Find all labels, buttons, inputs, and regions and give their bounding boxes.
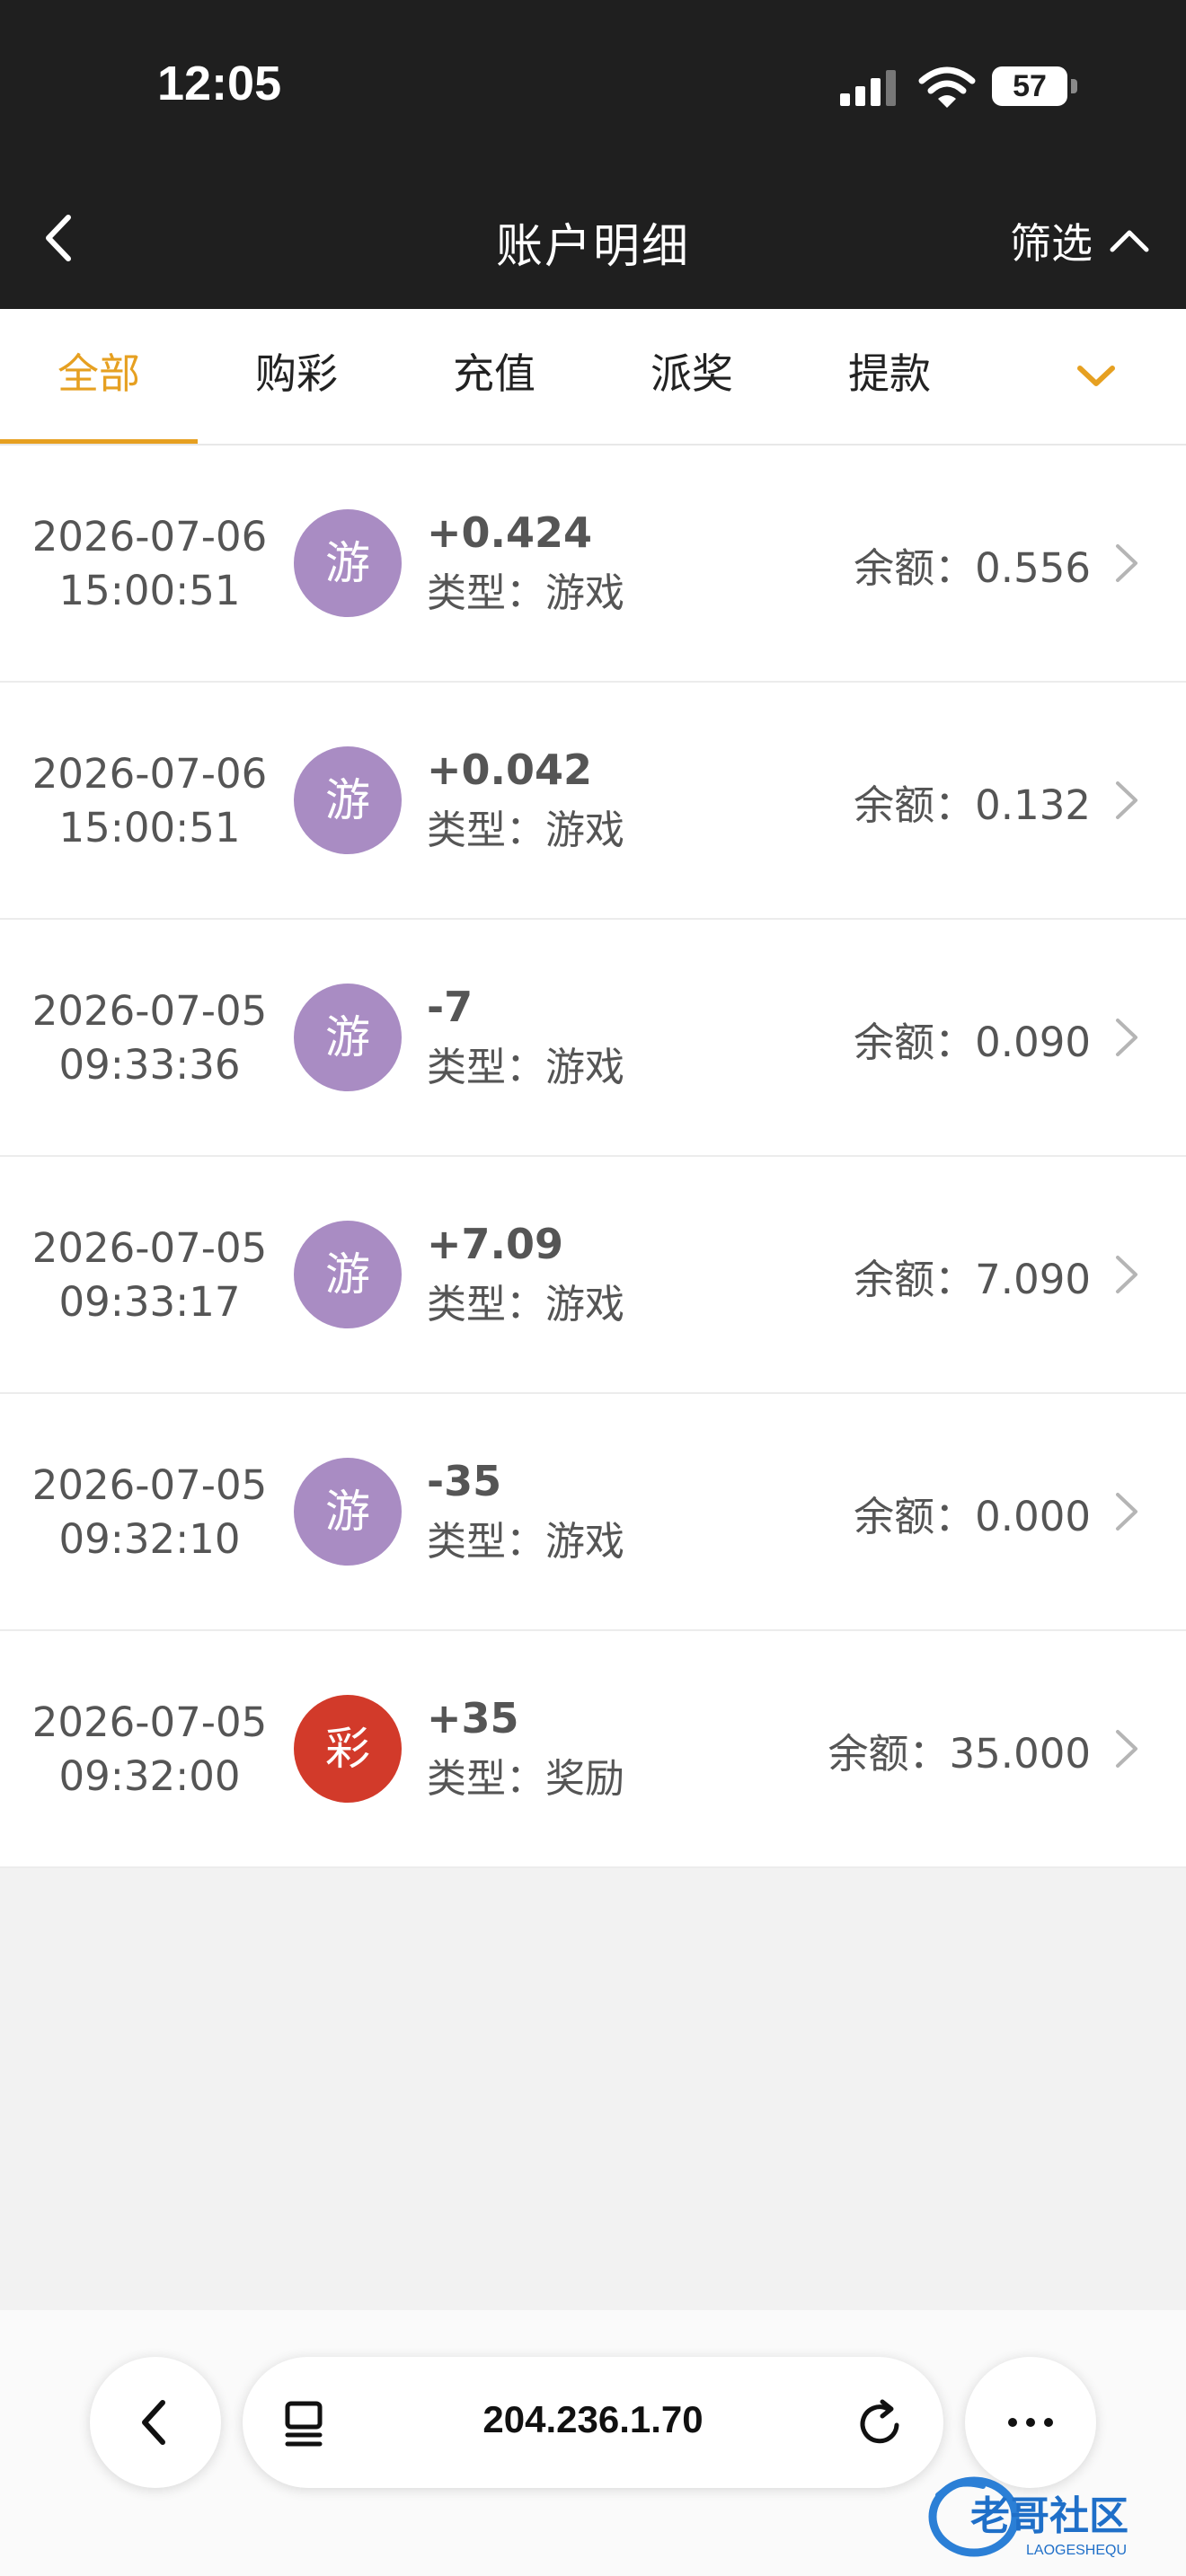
- record-amount: -7: [427, 983, 474, 1031]
- record-date: 2026-07-05: [31, 1461, 268, 1509]
- transaction-list: 2026-07-06 15:00:51 游 +0.424 类型：游戏 余额：0.…: [0, 446, 1186, 1868]
- community-watermark: 老哥社区 LAOGESHEQU: [928, 2476, 1128, 2558]
- chevron-right-icon: [1116, 1256, 1137, 1293]
- record-time: 09:32:00: [58, 1752, 241, 1800]
- cellular-signal-icon: [840, 70, 898, 106]
- url-text: 204.236.1.70: [482, 2398, 704, 2440]
- record-date: 2026-07-06: [31, 513, 268, 560]
- chevron-down-icon[interactable]: [1069, 356, 1123, 395]
- record-type: 类型：游戏: [427, 1519, 624, 1565]
- record-date: 2026-07-06: [31, 750, 268, 798]
- record-datetime: 2026-07-05 09:32:00: [0, 1696, 299, 1804]
- tab-label: 派奖: [651, 349, 733, 398]
- record-time: 09:33:36: [58, 1041, 241, 1089]
- list-item[interactable]: 2026-07-05 09:33:36 游 -7 类型：游戏 余额：0.090: [0, 920, 1186, 1157]
- more-icon: [1008, 2418, 1053, 2427]
- chevron-up-icon: [1110, 230, 1149, 252]
- chevron-right-icon: [1116, 1493, 1137, 1531]
- status-time: 12:05: [157, 57, 282, 110]
- filter-label: 筛选: [1010, 219, 1093, 268]
- record-balance: 余额：7.090: [854, 1256, 1091, 1303]
- record-type: 类型：游戏: [427, 1282, 624, 1328]
- nav-bar: 账户明细 筛选: [0, 171, 1186, 309]
- record-type: 类型：游戏: [427, 807, 624, 853]
- tab-label: 全部: [58, 349, 140, 398]
- record-time: 15:00:51: [58, 804, 241, 851]
- tab-prize[interactable]: 派奖: [593, 309, 791, 444]
- watermark-title: 老哥社区: [970, 2493, 1128, 2539]
- more-options-button[interactable]: [965, 2357, 1096, 2488]
- active-tab-indicator: [0, 439, 198, 444]
- category-badge: 游: [294, 1221, 402, 1328]
- category-badge: 游: [294, 509, 402, 617]
- chevron-left-icon: [142, 2400, 165, 2445]
- record-amount: -35: [427, 1457, 502, 1505]
- record-datetime: 2026-07-05 09:32:10: [0, 1459, 299, 1566]
- record-balance: 余额：0.556: [854, 544, 1091, 592]
- chevron-right-icon: [1116, 1019, 1137, 1056]
- record-balance: 余额：0.090: [854, 1019, 1091, 1066]
- tab-deposit[interactable]: 充值: [395, 309, 593, 444]
- battery-indicator: 57: [992, 66, 1067, 106]
- record-type: 类型：游戏: [427, 1045, 624, 1090]
- tab-label: 提款: [848, 349, 931, 398]
- record-date: 2026-07-05: [31, 1224, 268, 1272]
- category-badge: 游: [294, 1458, 402, 1566]
- category-tabs: 全部 购彩 充值 派奖 提款: [0, 309, 1186, 446]
- record-type: 类型：游戏: [427, 570, 624, 616]
- tab-label: 充值: [453, 349, 535, 398]
- chevron-right-icon: [1116, 781, 1137, 819]
- tab-all[interactable]: 全部: [0, 309, 198, 444]
- list-item[interactable]: 2026-07-05 09:33:17 游 +7.09 类型：游戏 余额：7.0…: [0, 1157, 1186, 1394]
- record-amount: +7.09: [427, 1220, 564, 1268]
- record-amount: +35: [427, 1694, 519, 1742]
- record-datetime: 2026-07-05 09:33:36: [0, 984, 299, 1092]
- record-amount: +0.424: [427, 508, 593, 557]
- tab-label: 购彩: [255, 349, 338, 398]
- category-badge: 彩: [294, 1695, 402, 1803]
- record-date: 2026-07-05: [31, 1698, 268, 1746]
- record-time: 15:00:51: [58, 567, 241, 614]
- address-bar[interactable]: 204.236.1.70: [243, 2357, 943, 2488]
- page-title: 账户明细: [495, 220, 690, 274]
- record-date: 2026-07-05: [31, 987, 268, 1035]
- status-bar: 12:05 57: [0, 0, 1186, 171]
- category-badge: 游: [294, 746, 402, 854]
- reload-icon[interactable]: [855, 2398, 906, 2448]
- filter-toggle[interactable]: 筛选: [1010, 211, 1152, 270]
- chevron-right-icon: [1116, 544, 1137, 582]
- category-badge: 游: [294, 984, 402, 1091]
- tab-withdraw[interactable]: 提款: [791, 309, 988, 444]
- record-time: 09:33:17: [58, 1278, 241, 1326]
- list-item[interactable]: 2026-07-06 15:00:51 游 +0.424 类型：游戏 余额：0.…: [0, 446, 1186, 683]
- list-item[interactable]: 2026-07-05 09:32:10 游 -35 类型：游戏 余额：0.000: [0, 1394, 1186, 1631]
- record-datetime: 2026-07-06 15:00:51: [0, 747, 299, 855]
- wifi-icon: [918, 66, 976, 108]
- record-balance: 余额：35.000: [828, 1730, 1091, 1778]
- watermark-subtitle: LAOGESHEQU: [1026, 2543, 1127, 2558]
- record-datetime: 2026-07-06 15:00:51: [0, 510, 299, 618]
- list-item[interactable]: 2026-07-05 09:32:00 彩 +35 类型：奖励 余额：35.00…: [0, 1631, 1186, 1868]
- chevron-right-icon: [1116, 1730, 1137, 1768]
- browser-back-button[interactable]: [90, 2357, 221, 2488]
- record-amount: +0.042: [427, 745, 593, 794]
- record-balance: 余额：0.132: [854, 781, 1091, 829]
- record-balance: 余额：0.000: [854, 1493, 1091, 1540]
- record-time: 09:32:10: [58, 1515, 241, 1563]
- record-datetime: 2026-07-05 09:33:17: [0, 1222, 299, 1329]
- record-type: 类型：奖励: [427, 1756, 624, 1802]
- list-item[interactable]: 2026-07-06 15:00:51 游 +0.042 类型：游戏 余额：0.…: [0, 683, 1186, 920]
- tab-lottery-purchase[interactable]: 购彩: [198, 309, 395, 444]
- battery-cap: [1071, 79, 1077, 93]
